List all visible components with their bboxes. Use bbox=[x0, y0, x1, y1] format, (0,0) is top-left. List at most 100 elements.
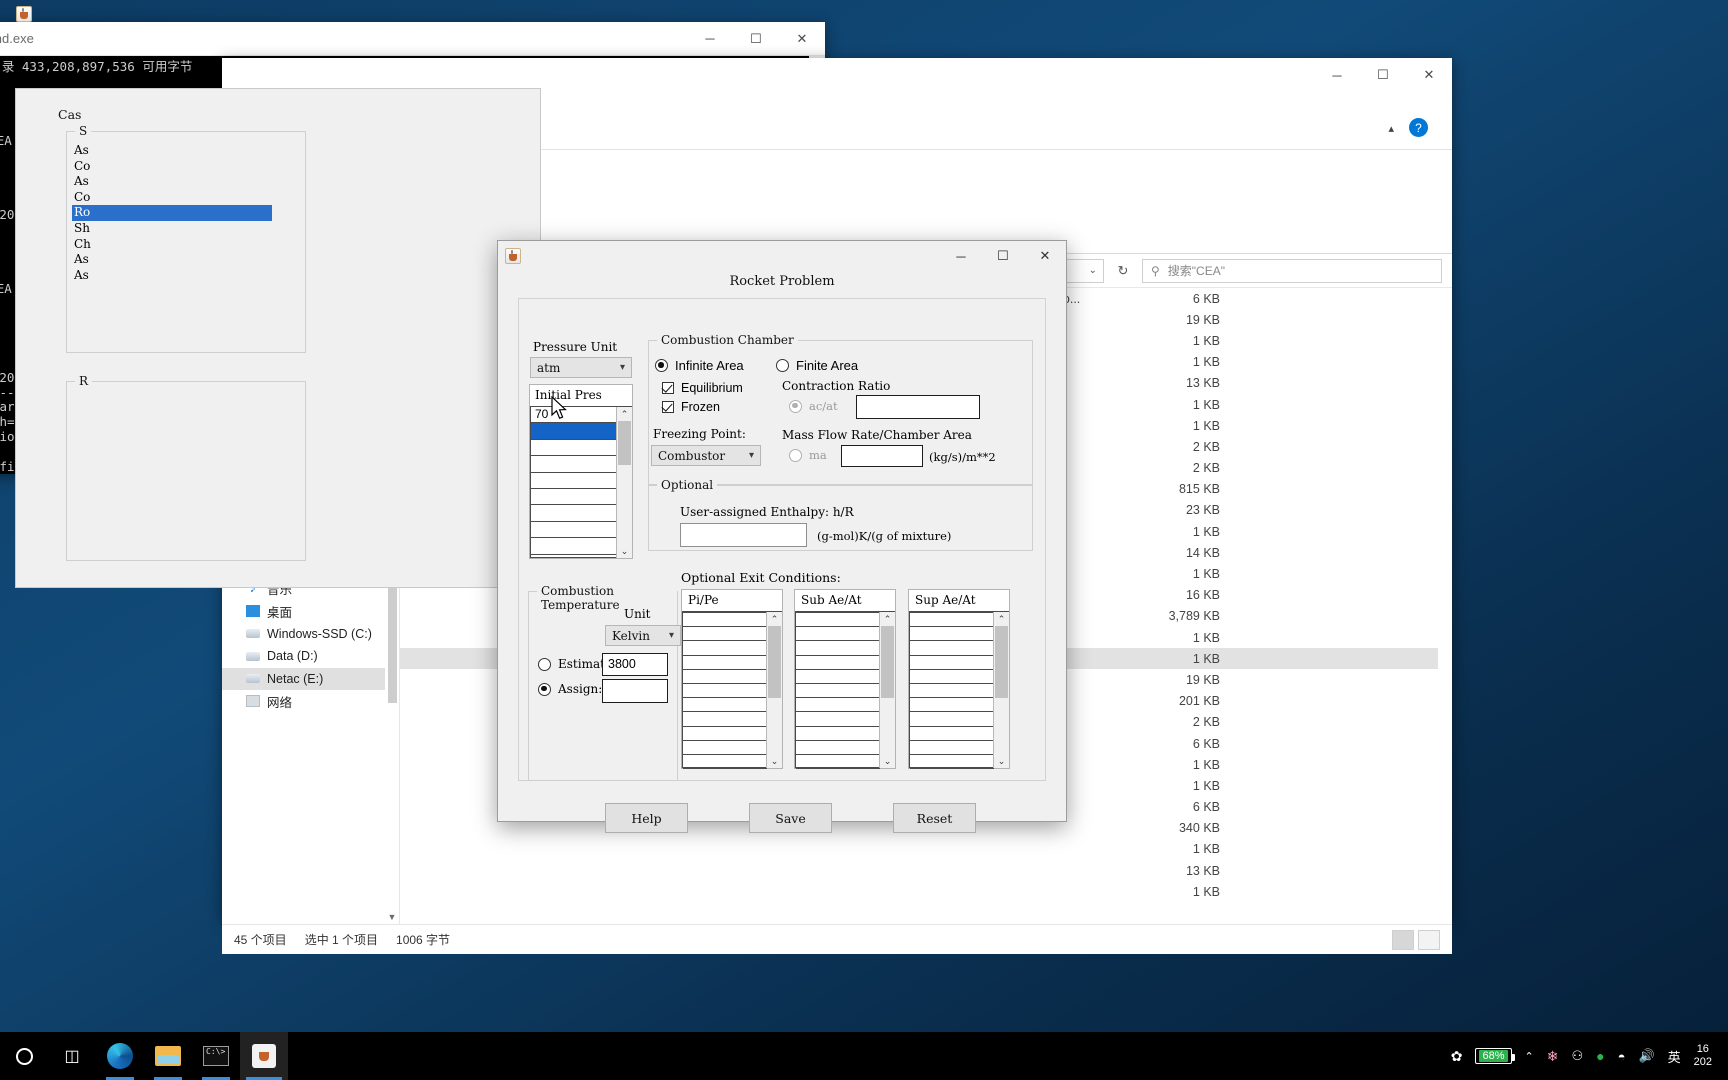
initial-pressure-row[interactable] bbox=[531, 489, 617, 506]
rocket-problem-dialog[interactable]: ─ ☐ ✕ Rocket Problem Pressure Unit atm ▾… bbox=[497, 240, 1067, 833]
exit-condition-scrollbar[interactable]: ⌃ ⌄ bbox=[879, 612, 895, 768]
taskbar-java-app[interactable] bbox=[240, 1032, 288, 1080]
initial-pressure-list[interactable]: 70 bbox=[530, 407, 618, 558]
cmd-titlebar[interactable]: NDOWS\system32\cmd.exe ─ ☐ ✕ bbox=[0, 22, 825, 56]
problem-type-item[interactable]: As bbox=[72, 174, 272, 190]
nav-item--[interactable]: 桌面 bbox=[222, 600, 399, 623]
exit-condition-row[interactable] bbox=[910, 727, 994, 741]
initial-pressure-row[interactable] bbox=[531, 423, 617, 440]
exit-condition-row[interactable] bbox=[910, 656, 994, 670]
nav-item-windows-ssd-c-[interactable]: Windows-SSD (C:) bbox=[222, 622, 399, 645]
enthalpy-input[interactable] bbox=[680, 523, 807, 547]
chevron-up-icon[interactable]: ▴ bbox=[1388, 122, 1394, 135]
scroll-thumb[interactable] bbox=[768, 626, 781, 698]
exit-condition-row[interactable] bbox=[683, 755, 767, 770]
initial-pressure-row[interactable] bbox=[531, 505, 617, 522]
exit-condition-row[interactable] bbox=[683, 670, 767, 684]
exit-condition-row[interactable] bbox=[796, 741, 880, 755]
cmd-minimize-button[interactable]: ─ bbox=[687, 22, 733, 55]
exit-condition-row[interactable] bbox=[796, 727, 880, 741]
initial-pressure-row[interactable] bbox=[531, 538, 617, 555]
temp-unit-select[interactable]: Kelvin ▾ bbox=[605, 625, 681, 646]
scroll-up-icon[interactable]: ⌃ bbox=[617, 407, 632, 421]
initial-pressure-row[interactable] bbox=[531, 473, 617, 489]
exit-condition-row[interactable] bbox=[683, 727, 767, 741]
battery-indicator[interactable]: 68% bbox=[1475, 1048, 1515, 1064]
exit-condition-row[interactable] bbox=[683, 613, 767, 628]
start-button[interactable] bbox=[0, 1032, 48, 1080]
scroll-up-icon[interactable]: ⌃ bbox=[767, 612, 782, 626]
large-icons-view-button[interactable] bbox=[1418, 929, 1440, 950]
frozen-checkbox[interactable]: Frozen bbox=[662, 400, 720, 414]
nav-scroll-down-icon[interactable]: ▼ bbox=[386, 910, 398, 924]
wechat-icon[interactable]: ● bbox=[1596, 1048, 1604, 1064]
cmd-close-button[interactable]: ✕ bbox=[779, 22, 825, 55]
exit-condition-scrollbar[interactable]: ⌃ ⌄ bbox=[766, 612, 782, 768]
scroll-thumb[interactable] bbox=[881, 626, 894, 698]
help-icon[interactable]: ? bbox=[1409, 118, 1428, 137]
infinite-area-radio[interactable]: Infinite Area bbox=[655, 358, 744, 373]
exit-condition-row[interactable] bbox=[910, 712, 994, 727]
problem-type-item[interactable]: Ro bbox=[72, 205, 272, 221]
exit-condition-row[interactable] bbox=[796, 656, 880, 670]
table-row[interactable]: 1 KB bbox=[400, 839, 1452, 860]
table-row[interactable]: 13 KB bbox=[400, 860, 1452, 881]
chevron-up-icon[interactable]: ⌃ bbox=[1525, 1050, 1534, 1063]
exit-condition-row[interactable] bbox=[910, 670, 994, 684]
problem-type-item[interactable]: As bbox=[72, 143, 272, 159]
initial-pressure-row[interactable]: 70 bbox=[531, 407, 617, 424]
exit-condition-row[interactable] bbox=[796, 670, 880, 684]
taskbar-file-explorer[interactable] bbox=[144, 1032, 192, 1080]
nav-item-data-d-[interactable]: Data (D:) bbox=[222, 645, 399, 668]
initial-pressure-scrollbar[interactable]: ⌃ ⌄ bbox=[616, 407, 632, 558]
problem-type-item[interactable]: As bbox=[72, 252, 272, 268]
exit-condition-row[interactable] bbox=[796, 698, 880, 713]
details-view-button[interactable] bbox=[1392, 929, 1414, 950]
taskbar-edge[interactable] bbox=[96, 1032, 144, 1080]
exit-condition-row[interactable] bbox=[910, 641, 994, 656]
assign-radio[interactable]: Assign: bbox=[538, 682, 602, 696]
cmd-maximize-button[interactable]: ☐ bbox=[733, 22, 779, 55]
search-input[interactable]: ⚲ 搜索"CEA" bbox=[1142, 258, 1442, 283]
initial-pressure-row[interactable] bbox=[531, 456, 617, 473]
scroll-up-icon[interactable]: ⌃ bbox=[994, 612, 1009, 626]
exit-condition-row[interactable] bbox=[683, 712, 767, 727]
exit-condition-row[interactable] bbox=[910, 684, 994, 699]
exit-condition-row[interactable] bbox=[796, 755, 880, 770]
finite-area-radio[interactable]: Finite Area bbox=[776, 358, 858, 373]
problem-type-item[interactable]: Co bbox=[72, 159, 272, 175]
clock[interactable]: 16 202 bbox=[1694, 1043, 1718, 1069]
exit-condition-row[interactable] bbox=[796, 684, 880, 699]
rocket-minimize-button[interactable]: ─ bbox=[940, 241, 982, 271]
problem-type-item[interactable]: Sh bbox=[72, 221, 272, 237]
sakura-icon[interactable]: ❄ bbox=[1547, 1048, 1559, 1065]
exit-condition-list[interactable] bbox=[682, 612, 768, 770]
scroll-down-icon[interactable]: ⌄ bbox=[767, 754, 782, 768]
exit-condition-row[interactable] bbox=[683, 627, 767, 642]
scroll-thumb[interactable] bbox=[995, 626, 1008, 698]
rocket-dialog-titlebar[interactable]: ─ ☐ ✕ bbox=[498, 241, 1066, 271]
exit-condition-row[interactable] bbox=[683, 641, 767, 656]
ime-indicator[interactable]: 英 bbox=[1668, 1047, 1681, 1066]
exit-condition-row[interactable] bbox=[910, 741, 994, 755]
exit-condition-row[interactable] bbox=[796, 641, 880, 656]
problem-type-item[interactable]: Co bbox=[72, 190, 272, 206]
scroll-down-icon[interactable]: ⌄ bbox=[994, 754, 1009, 768]
wifi-icon[interactable]: ◓ bbox=[1618, 1049, 1626, 1064]
explorer-titlebar[interactable]: ─ ☐ ✕ bbox=[222, 58, 1452, 92]
initial-pressure-row[interactable] bbox=[531, 522, 617, 539]
taskbar-command-prompt[interactable]: C:\> bbox=[192, 1032, 240, 1080]
exit-condition-scrollbar[interactable]: ⌃ ⌄ bbox=[993, 612, 1009, 768]
exit-condition-list[interactable] bbox=[909, 612, 995, 770]
microphone-icon[interactable]: ⚇ bbox=[1571, 1048, 1583, 1064]
mass-flow-input[interactable] bbox=[841, 445, 923, 467]
help-button[interactable]: Help bbox=[605, 803, 688, 833]
exit-condition-list[interactable] bbox=[795, 612, 881, 770]
mass-flow-radio[interactable]: ma bbox=[789, 448, 827, 462]
problem-type-item[interactable]: Ch bbox=[72, 237, 272, 253]
table-row[interactable]: 1 KB bbox=[400, 881, 1452, 902]
exit-condition-row[interactable] bbox=[683, 684, 767, 699]
exit-condition-row[interactable] bbox=[683, 656, 767, 670]
freezing-point-select[interactable]: Combustor ▾ bbox=[651, 445, 761, 466]
exit-condition-row[interactable] bbox=[910, 627, 994, 642]
